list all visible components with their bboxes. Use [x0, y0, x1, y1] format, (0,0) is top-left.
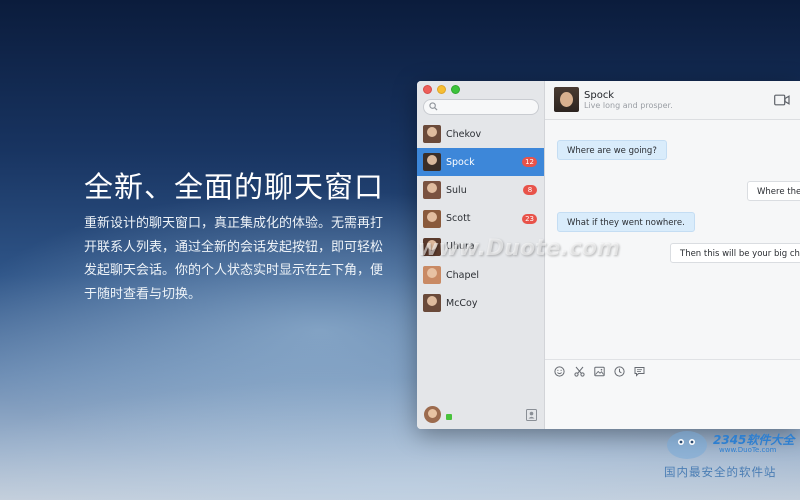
unread-badge: 23	[522, 213, 537, 224]
zoom-button[interactable]	[451, 85, 460, 94]
online-status-icon[interactable]	[446, 414, 452, 420]
emoji-icon[interactable]	[554, 366, 565, 377]
contact-name: Spock	[584, 90, 615, 101]
contact-name: Chekov	[446, 128, 482, 140]
message-bubble-icon[interactable]	[634, 366, 645, 377]
contact-avatar	[423, 125, 441, 144]
composer-toolbar	[554, 366, 645, 377]
mascot-icon	[667, 431, 707, 459]
contact-name: Sulu	[446, 184, 467, 196]
watermark-duote: www.Duote.com	[418, 236, 620, 261]
contact-status: Live long and prosper.	[584, 101, 673, 110]
message-bubble: What if they went nowhere.	[557, 212, 695, 232]
contacts-book-icon[interactable]	[526, 409, 537, 421]
unread-badge: 12	[522, 157, 537, 168]
contact-avatar	[423, 153, 441, 172]
contact-item-scott[interactable]: Scott 23	[417, 205, 544, 233]
contact-item-sulu[interactable]: Sulu 8	[417, 176, 544, 204]
contact-item-mccoy[interactable]: McCoy	[417, 289, 544, 317]
contact-item-chekov[interactable]: Chekov	[417, 120, 544, 148]
message-bubble: Then this will be your big chan	[670, 243, 800, 263]
chat-header: Spock Live long and prosper.	[545, 81, 800, 120]
message-bubble: Where are we going?	[557, 140, 667, 160]
sidebar-footer	[417, 401, 544, 429]
unread-badge: 8	[523, 185, 537, 196]
window-controls	[423, 85, 460, 94]
message-bubble: Where they	[747, 181, 800, 201]
contact-item-chapel[interactable]: Chapel	[417, 261, 544, 289]
hero-title: 全新、全面的聊天窗口	[84, 170, 385, 204]
minimize-button[interactable]	[437, 85, 446, 94]
contact-list: Chekov Spock 12 Sulu 8 Scott 23 Uhura Chapel McCo…	[417, 120, 544, 317]
brand-slogan: 国内最安全的软件站	[664, 465, 777, 479]
contact-item-spock[interactable]: Spock 12	[417, 148, 544, 177]
hero-description: 重新设计的聊天窗口，真正集成化的体验。无需再打开联系人列表，通过全新的会话发起按…	[84, 216, 384, 302]
image-icon[interactable]	[594, 366, 605, 377]
contact-name: Scott	[446, 213, 471, 225]
search-input[interactable]	[423, 99, 539, 115]
history-clock-icon[interactable]	[614, 366, 625, 377]
contact-avatar[interactable]	[554, 87, 579, 112]
contact-name: McCoy	[446, 297, 478, 309]
video-call-icon[interactable]	[774, 94, 790, 106]
my-avatar[interactable]	[424, 406, 441, 423]
contact-name: Chapel	[446, 269, 479, 281]
search-icon	[429, 102, 438, 111]
watermark-logo: 2345软件大全 www.DuoTe.com 国内最安全的软件站	[655, 427, 800, 500]
contact-avatar	[423, 266, 441, 285]
contact-avatar	[423, 294, 441, 313]
brand-url: www.DuoTe.com	[719, 446, 777, 454]
screenshot-scissors-icon[interactable]	[574, 366, 585, 377]
close-button[interactable]	[423, 85, 432, 94]
message-composer[interactable]	[545, 359, 800, 429]
contact-avatar	[423, 181, 441, 200]
contact-avatar	[423, 209, 441, 228]
contact-name: Spock	[446, 156, 475, 168]
